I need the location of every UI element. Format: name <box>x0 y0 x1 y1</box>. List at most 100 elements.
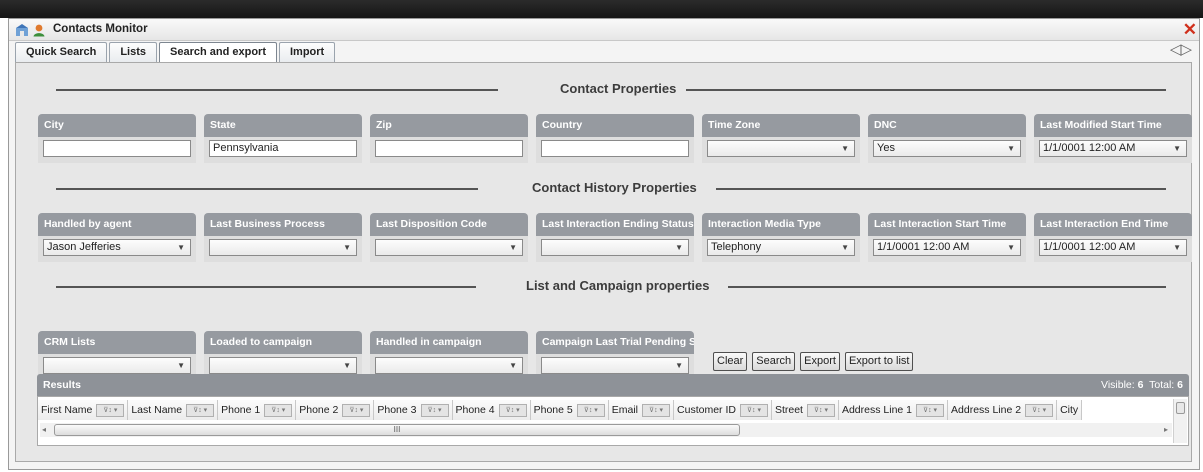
select-value: 1/1/0001 12:00 AM <box>1043 142 1136 154</box>
scrollbar-thumb[interactable]: III <box>54 424 740 436</box>
chevron-down-icon: ▼ <box>1007 144 1015 153</box>
total-count: 6 <box>1177 379 1183 391</box>
clear-button[interactable]: Clear <box>713 352 748 371</box>
field-label: Zip <box>370 114 528 137</box>
column-header-phone-4[interactable]: Phone 4 ⊽↕ ▾ <box>452 400 531 420</box>
tab-import[interactable]: Import <box>279 42 336 62</box>
column-header-last-name[interactable]: Last Name ⊽↕ ▾ <box>128 400 219 420</box>
column-label: Street <box>774 404 803 416</box>
divider-line <box>56 188 478 190</box>
column-header-first-name[interactable]: First Name ⊽↕ ▾ <box>38 400 129 420</box>
search-button[interactable]: Search <box>752 352 796 371</box>
field-label: Handled in campaign <box>370 331 528 354</box>
filter-icon[interactable]: ⊽↕ ▾ <box>186 403 215 417</box>
list-campaign-header: List and Campaign properties <box>56 278 1166 296</box>
field-state: State Pennsylvania <box>204 114 362 163</box>
handled-by-agent-select[interactable]: Jason Jefferies ▼ <box>43 239 191 256</box>
chevron-down-icon: ▼ <box>509 361 517 370</box>
chevron-down-icon: ▼ <box>343 361 351 370</box>
column-header-email[interactable]: Email ⊽↕ ▾ <box>608 400 675 420</box>
crm-lists-select[interactable]: ▼ <box>43 357 191 374</box>
filter-icon[interactable]: ⊽↕ ▾ <box>420 403 449 417</box>
field-label: Country <box>536 114 694 137</box>
section-title-campaign: List and Campaign properties <box>526 278 710 293</box>
field-last-modified-start-time: Last Modified Start Time 1/1/0001 12:00 … <box>1034 114 1192 163</box>
column-header-address-line-2[interactable]: Address Line 2 ⊽↕ ▾ <box>948 400 1058 420</box>
tab-scroll-arrows-icon[interactable]: ◁▷ <box>1170 40 1192 58</box>
last-disposition-code-select[interactable]: ▼ <box>375 239 523 256</box>
last-modified-start-time-select[interactable]: 1/1/0001 12:00 AM ▼ <box>1039 140 1187 157</box>
column-header-city[interactable]: City <box>1057 400 1083 420</box>
filter-icon[interactable]: ⊽↕ ▾ <box>342 403 371 417</box>
contact-person-icon <box>33 24 45 37</box>
export-button[interactable]: Export <box>800 352 840 371</box>
tab-search-and-export[interactable]: Search and export <box>159 42 277 63</box>
last-business-process-select[interactable]: ▼ <box>209 239 357 256</box>
field-campaign-last-trial-pending-status: Campaign Last Trial Pending Sta ▼ <box>536 331 694 380</box>
last-interaction-end-time-select[interactable]: 1/1/0001 12:00 AM ▼ <box>1039 239 1187 256</box>
field-last-interaction-start-time: Last Interaction Start Time 1/1/0001 12:… <box>868 213 1026 262</box>
city-input[interactable] <box>43 140 191 157</box>
filter-icon[interactable]: ⊽↕ ▾ <box>498 403 527 417</box>
field-label: Last Business Process <box>204 213 362 236</box>
state-input[interactable]: Pennsylvania <box>209 140 357 157</box>
filter-icon[interactable]: ⊽↕ ▾ <box>642 403 671 417</box>
field-dnc: DNC Yes ▼ <box>868 114 1026 163</box>
time-zone-select[interactable]: ▼ <box>707 140 855 157</box>
field-label: Last Disposition Code <box>370 213 528 236</box>
title-bar: Contacts Monitor ✕ <box>9 19 1199 41</box>
vertical-scrollbar[interactable] <box>1173 399 1187 443</box>
field-last-business-process: Last Business Process ▼ <box>204 213 362 262</box>
tab-quick-search[interactable]: Quick Search <box>15 42 108 62</box>
filter-icon[interactable]: ⊽↕ ▾ <box>576 403 605 417</box>
scroll-right-icon[interactable]: ▸ <box>1164 423 1168 437</box>
filter-icon[interactable]: ⊽↕ ▾ <box>916 403 945 417</box>
chevron-down-icon: ▼ <box>841 243 849 252</box>
column-header-customer-id[interactable]: Customer ID ⊽↕ ▾ <box>674 400 772 420</box>
column-label: Address Line 2 <box>951 404 1022 416</box>
filter-icon[interactable]: ⊽↕ ▾ <box>1025 403 1054 417</box>
campaign-last-trial-pending-status-select[interactable]: ▼ <box>541 357 689 374</box>
field-label: DNC <box>868 114 1026 137</box>
chevron-down-icon: ▼ <box>177 243 185 252</box>
window-title: Contacts Monitor <box>53 23 148 35</box>
last-interaction-ending-status-select[interactable]: ▼ <box>541 239 689 256</box>
export-to-list-button[interactable]: Export to list <box>844 352 914 371</box>
column-header-phone-1[interactable]: Phone 1 ⊽↕ ▾ <box>218 400 297 420</box>
column-header-phone-5[interactable]: Phone 5 ⊽↕ ▾ <box>530 400 609 420</box>
field-interaction-media-type: Interaction Media Type Telephony ▼ <box>702 213 860 262</box>
divider-line <box>728 286 1166 288</box>
loaded-to-campaign-select[interactable]: ▼ <box>209 357 357 374</box>
close-icon[interactable]: ✕ <box>1183 19 1197 41</box>
filter-icon[interactable]: ⊽↕ ▾ <box>806 403 835 417</box>
field-country: Country <box>536 114 694 163</box>
scrollbar-thumb[interactable] <box>1176 402 1185 414</box>
field-label: Last Interaction Ending Status <box>536 213 694 236</box>
filter-icon[interactable]: ⊽↕ ▾ <box>264 403 293 417</box>
column-label: First Name <box>41 404 93 416</box>
total-label: Total: <box>1149 379 1175 391</box>
dnc-select[interactable]: Yes ▼ <box>873 140 1021 157</box>
filter-icon[interactable]: ⊽↕ ▾ <box>739 403 768 417</box>
last-interaction-start-time-select[interactable]: 1/1/0001 12:00 AM ▼ <box>873 239 1021 256</box>
scroll-left-icon[interactable]: ◂ <box>42 423 46 437</box>
chevron-down-icon: ▼ <box>177 361 185 370</box>
column-header-phone-3[interactable]: Phone 3 ⊽↕ ▾ <box>374 400 453 420</box>
visible-label: Visible: <box>1101 379 1135 391</box>
field-last-interaction-end-time: Last Interaction End Time 1/1/0001 12:00… <box>1034 213 1192 262</box>
visible-count: 6 <box>1137 379 1144 391</box>
filter-icon[interactable]: ⊽↕ ▾ <box>96 403 125 417</box>
column-header-street[interactable]: Street ⊽↕ ▾ <box>771 400 839 420</box>
field-label: Last Modified Start Time <box>1034 114 1192 137</box>
handled-in-campaign-select[interactable]: ▼ <box>375 357 523 374</box>
country-input[interactable] <box>541 140 689 157</box>
field-label: Last Interaction End Time <box>1034 213 1192 236</box>
horizontal-scrollbar[interactable]: ◂ III ▸ <box>40 423 1172 437</box>
field-loaded-to-campaign: Loaded to campaign ▼ <box>204 331 362 380</box>
column-header-phone-2[interactable]: Phone 2 ⊽↕ ▾ <box>296 400 375 420</box>
interaction-media-type-select[interactable]: Telephony ▼ <box>707 239 855 256</box>
contact-properties-header: Contact Properties <box>56 81 1166 99</box>
column-header-address-line-1[interactable]: Address Line 1 ⊽↕ ▾ <box>838 400 949 420</box>
tab-lists[interactable]: Lists <box>109 42 158 62</box>
zip-input[interactable] <box>375 140 523 157</box>
